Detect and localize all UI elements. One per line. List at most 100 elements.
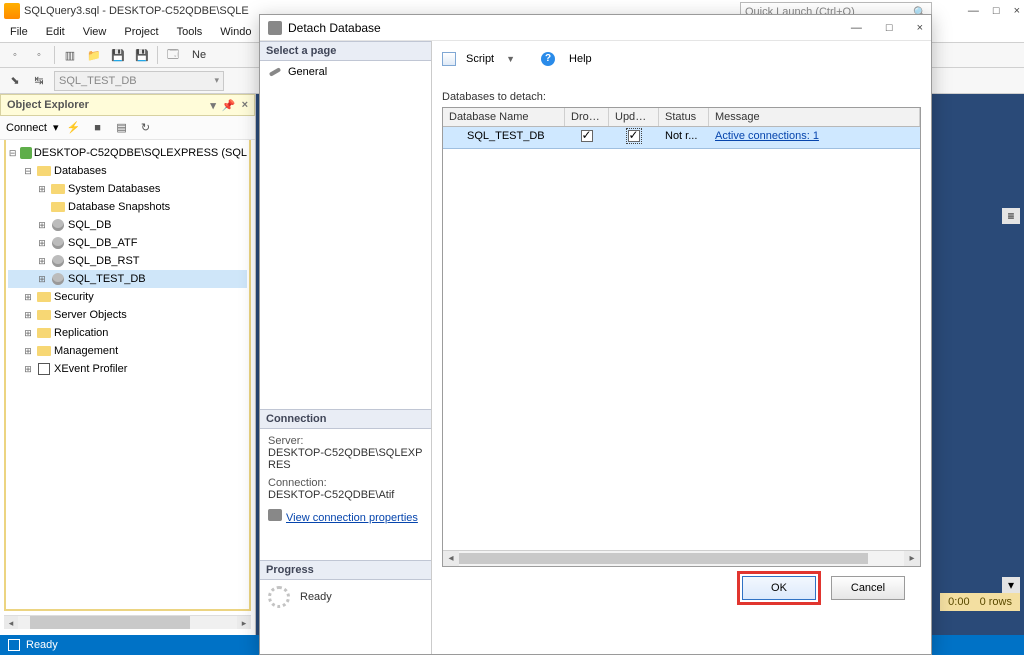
update-checkbox[interactable] [628,130,640,142]
dialog-close-button[interactable]: × [917,22,923,34]
use-db-icon[interactable]: ⬊ [6,72,24,90]
cell-dbname[interactable]: SQL_TEST_DB [443,127,565,148]
col-message[interactable]: Message [709,108,920,126]
new-query-icon[interactable]: 🗔 [164,46,182,64]
maximize-button[interactable]: □ [993,5,1000,17]
menu-window[interactable]: Windo [220,26,251,38]
dialog-maximize-button[interactable]: □ [886,22,893,34]
server-label: Server: [268,435,423,447]
script-dropdown-icon[interactable]: ▼ [506,54,515,64]
open-file-icon[interactable]: 📁 [85,46,103,64]
object-explorer-title: Object Explorer [7,99,89,111]
grid-caption: Databases to detach: [442,91,921,103]
tree-db-test[interactable]: SQL_TEST_DB [68,273,146,285]
progress-header: Progress [260,560,431,580]
scroll-right-icon[interactable]: ▸ [237,616,251,629]
dialog-minimize-button[interactable]: — [851,22,862,34]
stop-icon[interactable]: ■ [89,119,107,137]
detach-database-dialog: Detach Database — □ × Select a page Gene… [259,14,932,655]
menu-edit[interactable]: Edit [46,26,65,38]
refresh-icon[interactable]: ↻ [137,119,155,137]
save-icon[interactable]: 💾 [109,46,127,64]
separator [54,46,55,64]
ok-button[interactable]: OK [742,576,816,600]
change-conn-icon[interactable]: ↹ [30,72,48,90]
dialog-title: Detach Database [288,21,381,35]
status-time: 0:00 [948,596,969,608]
connect-dropdown-icon[interactable]: ▾ [53,121,59,134]
tree-db-atf[interactable]: SQL_DB_ATF [68,237,138,249]
dropdown-icon[interactable]: ▾ [210,99,216,112]
tree-replication[interactable]: Replication [54,327,108,339]
connection-value: DESKTOP-C52QDBE\Atif [268,489,423,501]
nav-fwd-icon[interactable]: ◦ [30,46,48,64]
pin-icon[interactable]: 📌 [222,99,236,112]
help-button[interactable]: Help [569,53,592,65]
grid-scroll-right-icon[interactable]: ▸ [904,551,920,566]
menu-tools[interactable]: Tools [177,26,203,38]
select-a-page-header: Select a page [260,41,431,61]
script-icon [442,52,456,66]
close-panel-icon[interactable]: × [242,99,248,112]
help-icon: ? [541,52,555,66]
grid-scroll-left-icon[interactable]: ◂ [443,551,459,566]
database-selector[interactable]: SQL_TEST_DB [54,71,224,91]
connect-label[interactable]: Connect [6,122,47,134]
tree-db-sql-db[interactable]: SQL_DB [68,219,111,231]
ok-highlight: OK [737,571,821,605]
database-selector-value: SQL_TEST_DB [59,75,137,87]
tree-snapshots[interactable]: Database Snapshots [68,201,170,213]
progress-spinner-icon [268,586,290,608]
app-icon [4,3,20,19]
people-icon [268,509,282,521]
tree-sysdb[interactable]: System Databases [68,183,160,195]
tree-databases[interactable]: Databases [54,165,107,177]
connection-label: Connection: [268,477,423,489]
menu-view[interactable]: View [83,26,107,38]
wrench-icon [268,65,282,79]
col-status[interactable]: Status [659,108,709,126]
expand-right-icon[interactable]: ≡ [1002,208,1020,224]
col-database-name[interactable]: Database Name [443,108,565,126]
tree-xevent[interactable]: XEvent Profiler [54,363,127,375]
page-general-label: General [288,66,327,78]
tree-db-rst[interactable]: SQL_DB_RST [68,255,140,267]
cell-message-link[interactable]: Active connections: 1 [715,130,819,142]
grid-hscroll[interactable]: ◂ ▸ [443,550,920,566]
scroll-left-icon[interactable]: ◂ [4,616,18,629]
col-update[interactable]: Updat... [609,108,659,126]
filter-icon[interactable]: ▤ [113,119,131,137]
disconnect-icon[interactable]: ⚡ [65,119,83,137]
progress-status: Ready [300,591,332,603]
cancel-button[interactable]: Cancel [831,576,905,600]
view-connection-properties-link[interactable]: View connection properties [286,512,418,524]
connection-header: Connection [260,409,431,429]
separator [157,46,158,64]
databases-grid: Database Name Drop ... Updat... Status M… [442,107,921,567]
script-button[interactable]: Script [466,53,494,65]
server-value: DESKTOP-C52QDBE\SQLEXPRES [268,447,423,471]
menu-file[interactable]: File [10,26,28,38]
status-rows: 0 rows [980,596,1012,608]
status-icon [8,639,20,651]
tree-server[interactable]: DESKTOP-C52QDBE\SQLEXPRESS (SQL [34,147,247,159]
tree-server-objects[interactable]: Server Objects [54,309,127,321]
grid-row: SQL_TEST_DB Not r... Active connections:… [443,127,920,149]
tree-management[interactable]: Management [54,345,118,357]
drop-checkbox[interactable] [581,130,593,142]
save-all-icon[interactable]: 💾 [133,46,151,64]
close-button[interactable]: × [1014,5,1020,17]
col-drop[interactable]: Drop ... [565,108,609,126]
nav-back-icon[interactable]: ◦ [6,46,24,64]
new-item-icon[interactable]: ▥ [61,46,79,64]
object-explorer-tree[interactable]: ⊟DESKTOP-C52QDBE\SQLEXPRESS (SQL ⊟Databa… [4,140,251,611]
menu-project[interactable]: Project [124,26,158,38]
new-query-label[interactable]: Ne [188,49,210,61]
object-explorer-hscroll[interactable]: ◂ ▸ [4,615,251,629]
page-general[interactable]: General [260,61,431,83]
tree-security[interactable]: Security [54,291,94,303]
scroll-down-icon[interactable]: ▾ [1002,577,1020,593]
dialog-icon [268,21,282,35]
cell-status: Not r... [659,127,709,148]
minimize-button[interactable]: — [968,5,979,17]
